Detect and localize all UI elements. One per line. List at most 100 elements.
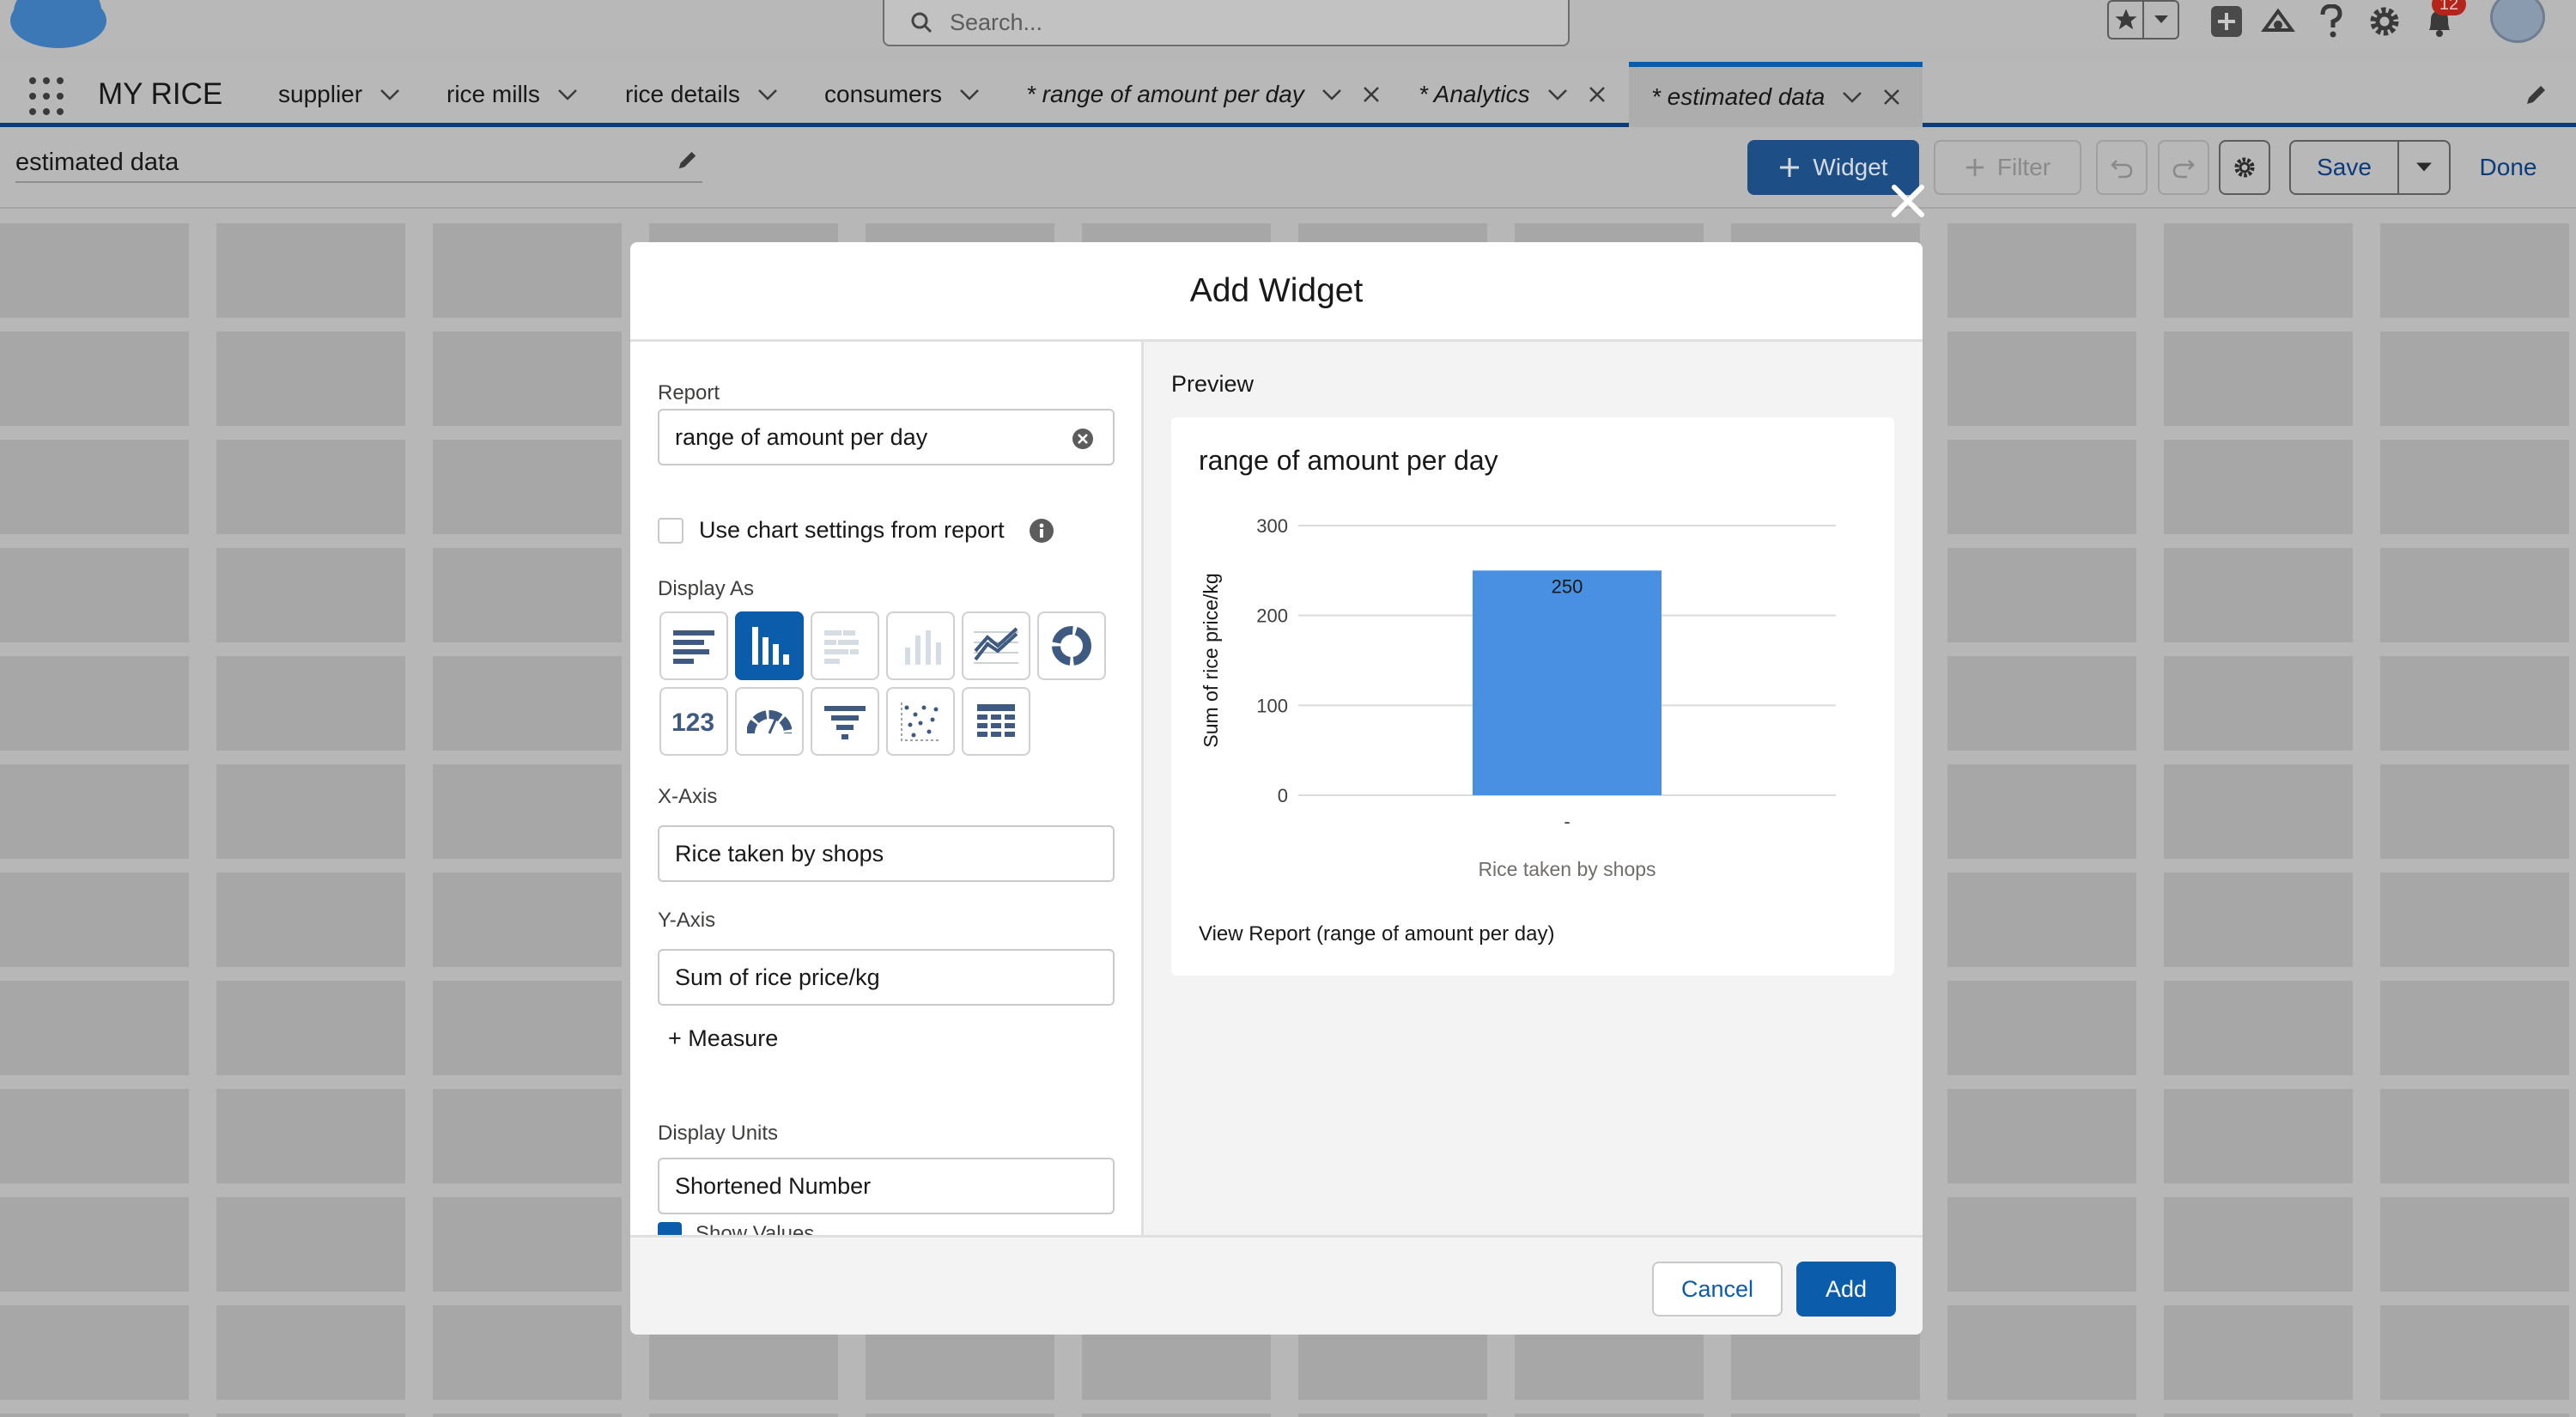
chevron-down-icon[interactable]: [557, 88, 578, 100]
edit-title-pencil-icon[interactable]: [677, 150, 697, 171]
report-value: range of amount per day: [675, 423, 928, 450]
vertical-bar-chart-icon: [752, 627, 789, 665]
donut-chart-icon: [1052, 626, 1091, 666]
plus-icon: [1965, 158, 1984, 177]
x-tick-label: -: [1564, 811, 1570, 832]
y-tick-label: 200: [1256, 605, 1288, 627]
view-report-link[interactable]: View Report (range of amount per day): [1199, 922, 1554, 946]
line-chart-icon: [974, 627, 1018, 664]
redo-icon: [2172, 160, 2195, 179]
trailhead-icon[interactable]: [2258, 2, 2298, 41]
scatter-chart-icon: [901, 702, 939, 741]
nav-tab-label: supplier: [278, 81, 363, 107]
bar: [1473, 570, 1662, 795]
display-units-label: Display Units: [658, 1122, 779, 1145]
plus-icon: [1780, 158, 1800, 177]
close-tab-icon[interactable]: [1883, 88, 1900, 106]
global-actions-plus-icon[interactable]: [2207, 2, 2246, 41]
user-avatar[interactable]: [2490, 0, 2545, 43]
nav-tab-consumers[interactable]: consumers: [824, 77, 980, 112]
scatter-chart-button[interactable]: [886, 687, 955, 756]
use-chart-settings-row[interactable]: Use chart settings from report: [658, 517, 1054, 544]
chevron-down-icon[interactable]: [380, 88, 400, 100]
chevron-down-icon[interactable]: [1842, 91, 1862, 103]
global-header: Search... 12: [0, 0, 2576, 48]
redo-button[interactable]: [2158, 140, 2209, 195]
display-units-select[interactable]: Shortened Number: [658, 1158, 1115, 1214]
funnel-button[interactable]: [811, 687, 879, 756]
show-values-checkbox[interactable]: [658, 1222, 682, 1235]
info-icon[interactable]: [1029, 518, 1054, 544]
preview-label: Preview: [1171, 371, 1255, 397]
gauge-icon: [747, 710, 792, 734]
dashboard-title-field[interactable]: estimated data: [15, 149, 702, 183]
chevron-down-icon: [2416, 162, 2432, 172]
chevron-down-icon[interactable]: [1547, 88, 1568, 100]
modal-title: Add Widget: [630, 242, 1923, 342]
nav-tab-estimated-data[interactable]: * estimated data: [1629, 62, 1923, 127]
report-input[interactable]: range of amount per day: [658, 409, 1115, 465]
chevron-down-icon[interactable]: [757, 88, 778, 100]
horizontal-bar-chart-button[interactable]: [659, 611, 728, 680]
search-icon: [911, 12, 933, 33]
y-axis-label: Y-Axis: [658, 909, 716, 932]
app-name: MY RICE: [98, 77, 223, 111]
preview-bar-chart: 0 100 200 300 250 - Rice taken by shops Sum of …: [1200, 515, 1836, 880]
favorites-star-icon[interactable]: [2109, 2, 2144, 38]
horizontal-bar-chart-icon: [673, 630, 714, 664]
x-axis-label: X-Axis: [658, 785, 718, 808]
favorites-dropdown-icon[interactable]: [2144, 2, 2178, 38]
undo-button[interactable]: [2096, 140, 2148, 195]
x-axis-title: Rice taken by shops: [1478, 858, 1656, 880]
nav-tab-analytics[interactable]: * Analytics: [1419, 77, 1606, 112]
favorites-group: [2107, 0, 2179, 40]
add-filter-label: Filter: [1996, 154, 2051, 180]
nav-tab-label: rice mills: [447, 81, 540, 107]
use-chart-settings-checkbox[interactable]: [658, 517, 683, 544]
clear-input-icon[interactable]: [1072, 428, 1094, 450]
save-options-button[interactable]: [2397, 140, 2451, 195]
dashboard-edit-header: estimated data Widget Filter Save Done: [0, 131, 2576, 209]
dashboard-properties-button[interactable]: [2219, 140, 2270, 195]
nav-tab-rice-mills[interactable]: rice mills: [447, 77, 578, 112]
show-values-row[interactable]: Show Values: [658, 1222, 814, 1235]
close-modal-icon[interactable]: [1887, 180, 1929, 222]
global-search-input[interactable]: Search...: [883, 0, 1570, 46]
nav-tab-label: * Analytics: [1419, 81, 1530, 107]
widget-config-panel: Report range of amount per day Use chart…: [630, 342, 1144, 1235]
close-tab-icon[interactable]: [1363, 86, 1380, 103]
undo-icon: [2111, 160, 2133, 179]
line-chart-button[interactable]: [962, 611, 1030, 680]
done-button[interactable]: Done: [2473, 140, 2543, 195]
setup-gear-icon[interactable]: [2365, 2, 2404, 41]
close-tab-icon[interactable]: [1589, 86, 1606, 103]
table-chart-button[interactable]: [962, 687, 1030, 756]
save-button[interactable]: Save: [2289, 140, 2399, 195]
stacked-horizontal-bar-button[interactable]: [811, 611, 879, 680]
edit-nav-pencil-icon[interactable]: [2524, 84, 2547, 106]
gauge-button[interactable]: [735, 687, 804, 756]
salesforce-logo-icon[interactable]: [7, 0, 110, 53]
chevron-down-icon[interactable]: [1321, 88, 1342, 100]
cancel-button[interactable]: Cancel: [1652, 1262, 1783, 1317]
x-axis-select[interactable]: Rice taken by shops: [658, 825, 1115, 882]
dashboard-title: estimated data: [15, 149, 179, 176]
add-filter-button[interactable]: Filter: [1934, 140, 2081, 195]
app-launcher-icon[interactable]: [29, 77, 69, 117]
metric-button[interactable]: 123: [659, 687, 728, 756]
add-measure-link[interactable]: + Measure: [668, 1025, 778, 1052]
donut-chart-button[interactable]: [1037, 611, 1106, 680]
chevron-down-icon[interactable]: [959, 88, 980, 100]
nav-tab-rice-details[interactable]: rice details: [625, 77, 778, 112]
y-tick-label: 0: [1278, 785, 1288, 806]
add-button[interactable]: Add: [1796, 1262, 1896, 1317]
help-icon[interactable]: [2312, 2, 2351, 41]
preview-panel: Preview range of amount per day 0 100 200 3…: [1144, 342, 1923, 1235]
stacked-vertical-bar-button[interactable]: [886, 611, 955, 680]
nav-tab-supplier[interactable]: supplier: [278, 77, 400, 112]
vertical-bar-chart-button[interactable]: [735, 611, 804, 680]
search-placeholder: Search...: [950, 9, 1043, 35]
stacked-vertical-bar-icon: [905, 630, 941, 665]
y-axis-select[interactable]: Sum of rice price/kg: [658, 949, 1115, 1006]
nav-tab-range-of-amount-per-day[interactable]: * range of amount per day: [1026, 77, 1380, 112]
